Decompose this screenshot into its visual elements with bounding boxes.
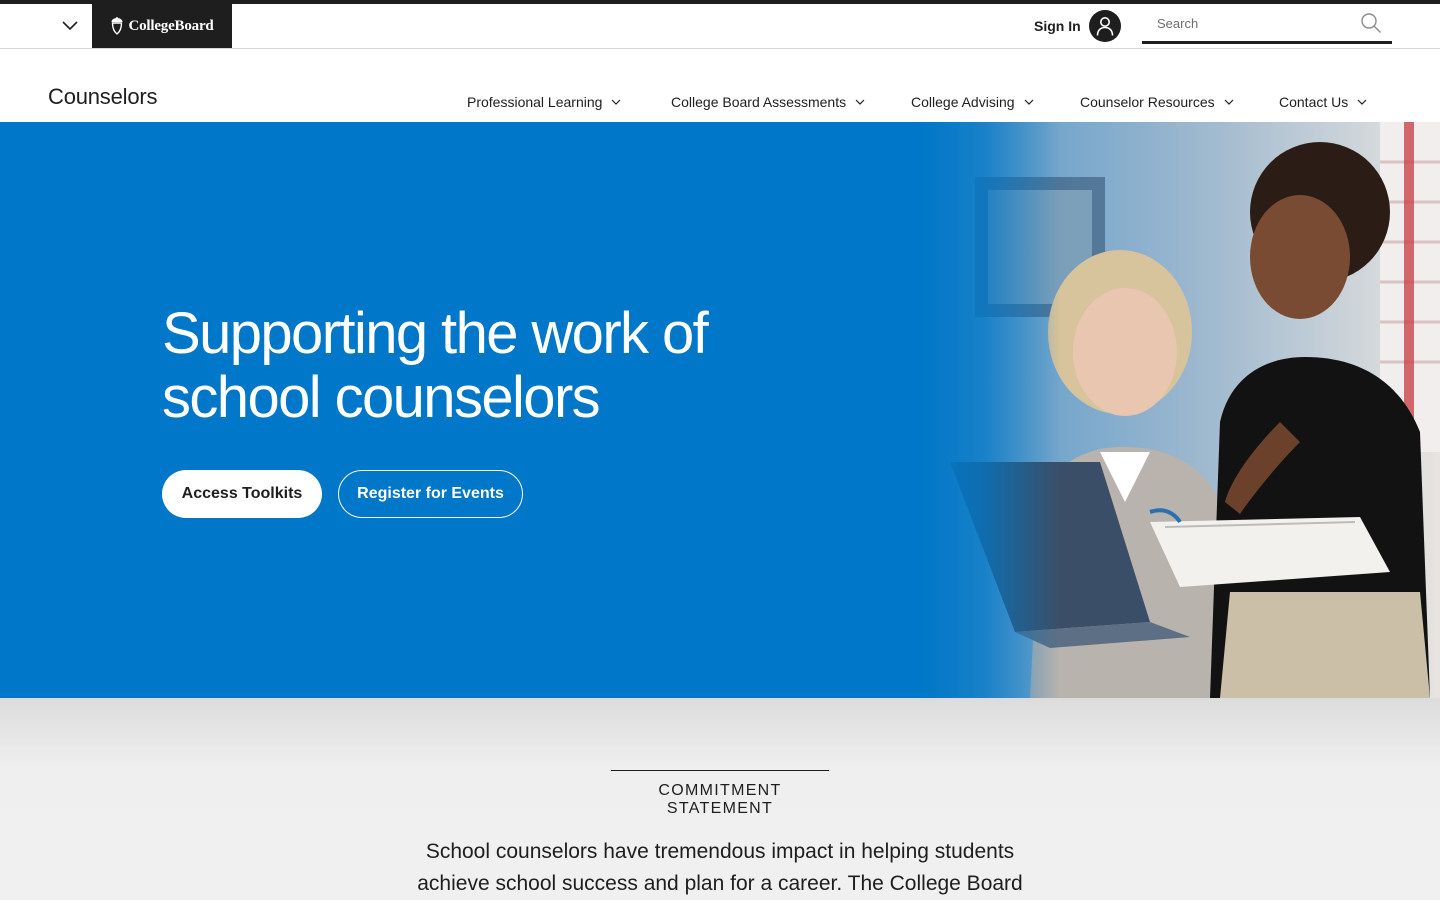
nav-professional-learning[interactable]: Professional Learning — [467, 94, 621, 110]
logo-text: CollegeBoard — [128, 17, 214, 34]
hero-title: Supporting the work of school counselors — [162, 302, 802, 430]
nav-contact-us[interactable]: Contact Us — [1279, 94, 1367, 110]
site-nav: Professional Learning College Board Asse… — [0, 94, 1440, 114]
nav-label: College Board Assessments — [671, 94, 847, 110]
hero-title-line-2: school counselors — [162, 365, 601, 430]
search-box — [1142, 4, 1392, 44]
user-icon — [1088, 10, 1121, 42]
global-menu-toggle[interactable] — [52, 12, 88, 40]
search-button[interactable] — [1358, 10, 1384, 36]
nav-college-advising[interactable]: College Advising — [911, 94, 1034, 110]
chevron-down-icon — [855, 99, 865, 105]
signin-button[interactable]: Sign In — [1034, 10, 1121, 42]
chevron-down-icon — [1224, 99, 1234, 105]
nav-label: Contact Us — [1279, 94, 1349, 110]
chevron-down-icon — [1357, 99, 1367, 105]
collegeboard-logo[interactable]: CollegeBoard — [92, 4, 232, 48]
nav-label: Counselor Resources — [1080, 94, 1215, 110]
acorn-logo-icon — [111, 17, 123, 35]
site-header: Counselors Professional Learning College… — [0, 50, 1440, 122]
register-events-button[interactable]: Register for Events — [338, 470, 523, 518]
signin-label: Sign In — [1034, 18, 1081, 34]
nav-college-board-assessments[interactable]: College Board Assessments — [671, 94, 865, 110]
commitment-text: School counselors have tremendous impact… — [400, 836, 1040, 900]
access-toolkits-button[interactable]: Access Toolkits — [162, 470, 322, 518]
chevron-down-icon — [611, 99, 621, 105]
commitment-section: COMMITMENT STATEMENT School counselors h… — [0, 698, 1440, 900]
commitment-eyebrow: COMMITMENT STATEMENT — [611, 770, 829, 818]
search-input[interactable] — [1142, 4, 1352, 42]
hero-banner: Supporting the work of school counselors… — [0, 122, 1440, 698]
nav-label: Professional Learning — [467, 94, 603, 110]
nav-counselor-resources[interactable]: Counselor Resources — [1080, 94, 1234, 110]
chevron-down-icon — [1024, 99, 1033, 105]
global-header: CollegeBoard Sign In — [0, 4, 1440, 49]
search-icon — [1361, 13, 1381, 33]
nav-label: College Advising — [911, 94, 1015, 110]
hero-title-line-1: Supporting the work of — [162, 301, 709, 366]
commitment-text-line-1: School counselors have tremendous impact… — [425, 840, 1015, 863]
chevron-down-icon — [62, 21, 78, 31]
commitment-text-line-2: achieve school success and plan for a ca… — [417, 872, 1023, 895]
hero-photo-fade — [920, 122, 1060, 698]
